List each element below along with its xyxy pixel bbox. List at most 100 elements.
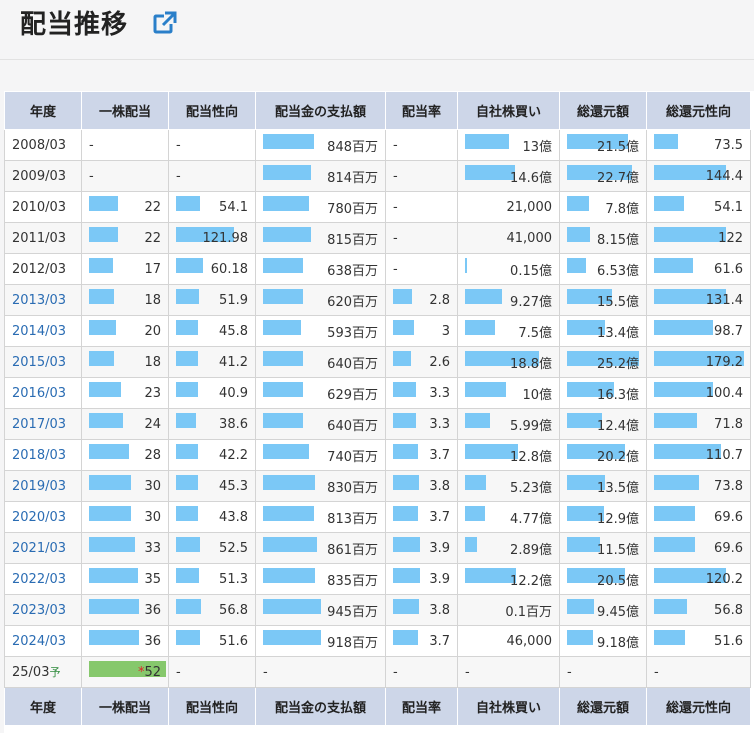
value-bar [465,475,486,490]
cell-value: 22 [144,230,161,246]
value-bar [263,351,303,366]
column-header-4[interactable]: 配当率 [385,91,458,130]
column-header-5[interactable]: 自社株買い [457,91,560,130]
value-bar [263,134,314,149]
data-cell: 42.2 [168,439,256,471]
cell-value: - [393,137,398,153]
year-cell[interactable]: 2013/03 [4,284,82,316]
value-bar [89,227,118,242]
data-cell: 5.99億 [457,408,560,440]
year-cell[interactable]: 2021/03 [4,532,82,564]
column-footer-7[interactable]: 総還元性向 [646,687,751,726]
cell-value: 35 [144,571,161,587]
year-cell[interactable]: 2016/03 [4,377,82,409]
cell-value: - [393,230,398,246]
cell-value: 122 [718,230,743,246]
value-bar [393,444,418,459]
year-cell[interactable]: 2018/03 [4,439,82,471]
data-cell: 46,000 [457,625,560,657]
cell-value: 20 [144,323,161,339]
cell-value: 21,000 [506,199,553,215]
value-bar [176,568,199,583]
year-cell[interactable]: 2024/03 [4,625,82,657]
data-cell: 11.5億 [559,532,647,564]
cell-value: 38.6 [219,416,248,432]
cell-value: 18.8億 [510,356,552,372]
column-footer-2[interactable]: 配当性向 [168,687,256,726]
year-cell[interactable]: 2017/03 [4,408,82,440]
table-row: 2012/03 17 60.18 638百万 - 0.15億 6.53億 61.6 [4,253,751,285]
data-cell: 20.5億 [559,563,647,595]
column-header-0[interactable]: 年度 [4,91,82,130]
year-cell[interactable]: 2022/03 [4,563,82,595]
table-row: 2014/03 20 45.8 593百万 3 7.5億 13.4億 98.7 [4,315,751,347]
data-cell: 12.4億 [559,408,647,440]
data-cell: 54.1 [646,191,751,223]
cell-value: - [393,199,398,215]
data-cell: 51.3 [168,563,256,595]
cell-value: 52.5 [219,540,248,556]
column-footer-5[interactable]: 自社株買い [457,687,560,726]
year-cell[interactable]: 2014/03 [4,315,82,347]
value-bar [654,413,697,428]
value-bar [465,506,485,521]
value-bar [263,165,311,180]
data-cell: 640百万 [255,346,386,378]
year-cell: 2008/03 [4,129,82,161]
table-row: 2018/03 28 42.2 740百万 3.7 12.8億 20.2億 110.7 [4,439,751,471]
data-cell: 740百万 [255,439,386,471]
cell-value: 9.27億 [510,294,552,310]
value-bar [654,382,713,397]
column-header-3[interactable]: 配当金の支払額 [255,91,386,130]
column-footer-6[interactable]: 総還元額 [559,687,647,726]
data-cell: 20 [81,315,169,347]
data-cell: 30 [81,501,169,533]
data-cell: 18 [81,284,169,316]
data-cell: 23 [81,377,169,409]
value-bar [176,196,200,211]
value-bar [176,413,196,428]
value-bar [89,351,114,366]
column-footer-1[interactable]: 一株配当 [81,687,169,726]
cell-value: 69.6 [714,509,743,525]
column-header-1[interactable]: 一株配当 [81,91,169,130]
cell-value: 814百万 [327,170,378,186]
year-cell: 2010/03 [4,191,82,223]
year-cell[interactable]: 2019/03 [4,470,82,502]
table-row: 2010/03 22 54.1 780百万 - 21,000 7.8億 54.1 [4,191,751,223]
table-header-row: 年度 一株配当 配当性向 配当金の支払額 配当率 自社株買い 総還元額 総還元性向 [4,91,751,130]
cell-value: 54.1 [219,199,248,215]
data-cell: 69.6 [646,501,751,533]
data-cell: - [255,656,386,688]
cell-value: 3.9 [429,540,450,556]
data-cell: 131.4 [646,284,751,316]
external-link-icon[interactable] [152,10,178,36]
cell-value: 25.2億 [597,356,639,372]
cell-value: 640百万 [327,418,378,434]
value-bar [89,320,116,335]
column-header-7[interactable]: 総還元性向 [646,91,751,130]
column-footer-3[interactable]: 配当金の支払額 [255,687,386,726]
column-header-6[interactable]: 総還元額 [559,91,647,130]
year-cell[interactable]: 2023/03 [4,594,82,626]
cell-value: 2.8 [429,292,450,308]
cell-value: 2.6 [429,354,450,370]
data-cell: 56.8 [646,594,751,626]
data-cell: 100.4 [646,377,751,409]
data-cell: 35 [81,563,169,595]
column-header-2[interactable]: 配当性向 [168,91,256,130]
year-cell[interactable]: 2015/03 [4,346,82,378]
cell-value: 20.5億 [597,573,639,589]
cell-value: 56.8 [714,602,743,618]
cell-value: 46,000 [506,633,553,649]
cell-value: 131.4 [705,292,743,308]
data-cell: 54.1 [168,191,256,223]
year-cell[interactable]: 2020/03 [4,501,82,533]
cell-value: 17 [144,261,161,277]
value-bar [89,382,121,397]
value-bar [263,413,303,428]
data-cell: - [81,160,169,192]
cell-value: 3.3 [429,416,450,432]
column-footer-0[interactable]: 年度 [4,687,82,726]
column-footer-4[interactable]: 配当率 [385,687,458,726]
